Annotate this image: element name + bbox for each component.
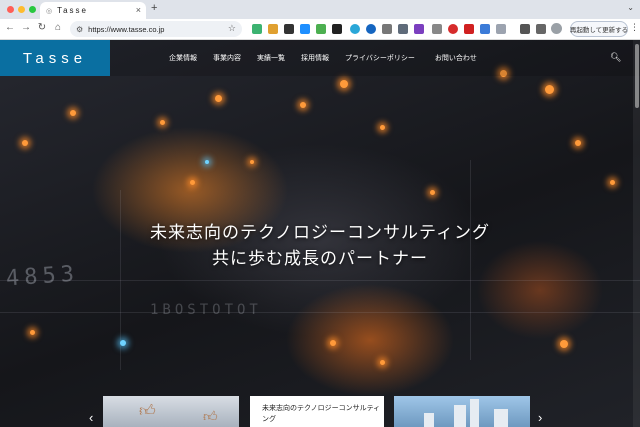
side-panel-icon[interactable]: [536, 24, 546, 34]
tab-close-icon[interactable]: ×: [136, 5, 141, 15]
nav-item-privacy[interactable]: プライバシーポリシー: [345, 53, 415, 63]
hero-line-2: 共に歩む成長のパートナー: [212, 249, 428, 268]
extension-icon[interactable]: [332, 24, 342, 34]
reload-button[interactable]: ↻: [36, 22, 48, 33]
profile-avatar[interactable]: [551, 23, 562, 34]
carousel-card-cityscape[interactable]: [394, 396, 530, 427]
extension-icon[interactable]: [350, 24, 360, 34]
browser-tab-bar: ◎ Tasse × + ⌄: [0, 0, 640, 19]
extension-icon[interactable]: [432, 24, 442, 34]
new-tab-button[interactable]: +: [151, 2, 157, 14]
close-window-button[interactable]: [7, 6, 14, 13]
relaunch-update-button[interactable]: 再起動して更新する: [570, 21, 628, 37]
nav-item-contact[interactable]: お問い合わせ: [435, 53, 477, 63]
hero-line-1: 未来志向のテクノロジーコンサルティング: [150, 223, 490, 242]
carousel-prev-button[interactable]: ‹: [89, 410, 93, 425]
minimize-window-button[interactable]: [18, 6, 25, 13]
globe-icon: ◎: [46, 7, 53, 15]
address-bar[interactable]: ⚙ https://www.tasse.co.jp ☆: [70, 21, 242, 37]
main-navigation: 企業情報 事業内容 実績一覧 採用情報 プライバシーポリシー お問い合わせ: [169, 53, 477, 63]
nav-item-works[interactable]: 実績一覧: [257, 53, 285, 63]
site-header: Tasse 企業情報 事業内容 実績一覧 採用情報 プライバシーポリシー お問い…: [0, 40, 640, 76]
extension-icon[interactable]: [398, 24, 408, 34]
extension-icon[interactable]: [496, 24, 506, 34]
forward-button[interactable]: →: [20, 22, 32, 33]
extension-icon[interactable]: [252, 24, 262, 34]
extension-icon[interactable]: [316, 24, 326, 34]
extension-icon[interactable]: [300, 24, 310, 34]
search-icon[interactable]: 🔍︎: [610, 52, 621, 63]
card-title: 未来志向のテクノロジーコンサルティング: [262, 405, 381, 423]
hero-heading: 未来志向のテクノロジーコンサルティング 共に歩む成長のパートナー: [0, 220, 640, 272]
tab-list-button[interactable]: ⌄: [627, 3, 634, 12]
bookmark-star-icon[interactable]: ☆: [228, 23, 236, 34]
extension-icon[interactable]: [480, 24, 490, 34]
site-settings-icon[interactable]: ⚙: [76, 25, 83, 34]
browser-tab[interactable]: ◎ Tasse ×: [40, 2, 146, 19]
browser-menu-icon[interactable]: ⋮: [630, 22, 639, 33]
extension-icon[interactable]: [414, 24, 424, 34]
extension-icon[interactable]: [366, 24, 376, 34]
carousel-card-image[interactable]: 👍︎ 👍︎: [103, 396, 239, 427]
carousel-card-text[interactable]: 未来志向のテクノロジーコンサルティング: [250, 396, 384, 427]
carousel-next-button[interactable]: ›: [538, 410, 542, 425]
scrollbar-thumb[interactable]: [635, 44, 639, 108]
nav-item-business[interactable]: 事業内容: [213, 53, 241, 63]
camera-extension-icon[interactable]: [382, 24, 392, 34]
thumbs-up-photo: 👍︎: [139, 403, 156, 420]
back-button[interactable]: ←: [4, 22, 16, 33]
web-page: 4853 1BOSTOTOT Tasse 企業情報 事業内容 実績一覧 採用情報…: [0, 40, 640, 427]
extension-icon[interactable]: [464, 24, 474, 34]
maximize-window-button[interactable]: [29, 6, 36, 13]
extension-icon[interactable]: [284, 24, 294, 34]
browser-toolbar: ← → ↻ ⌂ ⚙ https://www.tasse.co.jp ☆ 再起動し…: [0, 19, 640, 40]
extensions-puzzle-icon[interactable]: [520, 24, 530, 34]
nav-item-recruit[interactable]: 採用情報: [301, 53, 329, 63]
home-button[interactable]: ⌂: [52, 22, 64, 33]
pinterest-extension-icon[interactable]: [448, 24, 458, 34]
url-text: https://www.tasse.co.jp: [88, 24, 165, 34]
decorative-code: 1BOSTOTOT: [150, 302, 262, 318]
tab-title: Tasse: [57, 6, 89, 15]
site-logo[interactable]: Tasse: [0, 40, 110, 76]
extension-icon[interactable]: [268, 24, 278, 34]
nav-item-company[interactable]: 企業情報: [169, 53, 197, 63]
thumbs-up-photo: 👍︎: [203, 408, 218, 424]
